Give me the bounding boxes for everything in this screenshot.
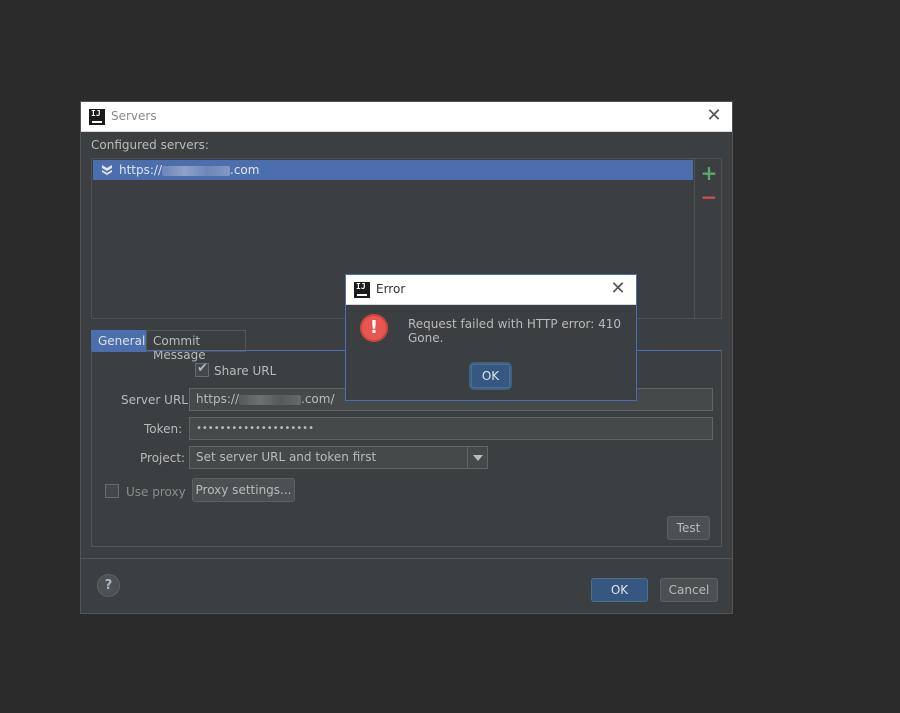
close-icon[interactable]: ✕ [608,279,628,299]
server-url-prefix: https:// [119,163,163,177]
cancel-button[interactable]: Cancel [660,578,718,602]
error-title: Error [376,282,406,296]
project-select-value: Set server URL and token first [196,450,377,464]
project-select[interactable]: Set server URL and token first [189,446,488,469]
share-url-checkbox[interactable] [195,361,209,377]
token-field[interactable]: •••••••••••••••••••• [189,417,713,440]
error-dialog: IJ Error ✕ ! Request failed with HTTP er… [345,274,637,401]
tab-general[interactable]: General [91,330,146,352]
servers-title: Servers [111,109,157,123]
server-list-item[interactable]: https:// .com [93,160,693,180]
server-url-field-prefix: https:// [196,392,240,406]
error-titlebar: IJ Error ✕ [346,275,636,305]
list-toolbar: + − [695,158,722,319]
server-url-suffix: .com [230,163,260,177]
proxy-settings-button[interactable]: Proxy settings... [192,478,295,502]
project-label: Project: [140,451,186,465]
server-url-label: Server URL: [121,393,193,407]
separator [81,558,732,559]
error-icon: ! [360,314,388,342]
error-ok-button[interactable]: OK [471,364,510,388]
minus-icon[interactable]: − [699,187,719,207]
configured-servers-label: Configured servers: [91,138,209,152]
chevron-down-icon[interactable] [467,447,487,468]
help-icon[interactable]: ? [97,574,120,597]
error-message: Request failed with HTTP error: 410 Gone… [408,317,622,345]
server-url-field-suffix: .com/ [301,392,335,406]
redacted-host [239,394,302,405]
plus-icon[interactable]: + [699,163,719,183]
token-label: Token: [144,422,183,436]
use-proxy-checkbox[interactable] [105,484,119,498]
server-icon [102,165,112,175]
servers-titlebar: IJ Servers ✕ [81,102,732,132]
intellij-icon: IJ [89,109,105,125]
share-url-label: Share URL [214,364,277,378]
redacted-host [162,165,231,176]
ok-button[interactable]: OK [591,578,648,602]
use-proxy-label: Use proxy [126,485,186,499]
close-icon[interactable]: ✕ [704,106,724,126]
intellij-icon: IJ [354,282,370,298]
test-button[interactable]: Test [667,516,710,540]
server-url-text: https:// .com [119,163,259,177]
tab-commit-message[interactable]: Commit Message [146,330,246,362]
